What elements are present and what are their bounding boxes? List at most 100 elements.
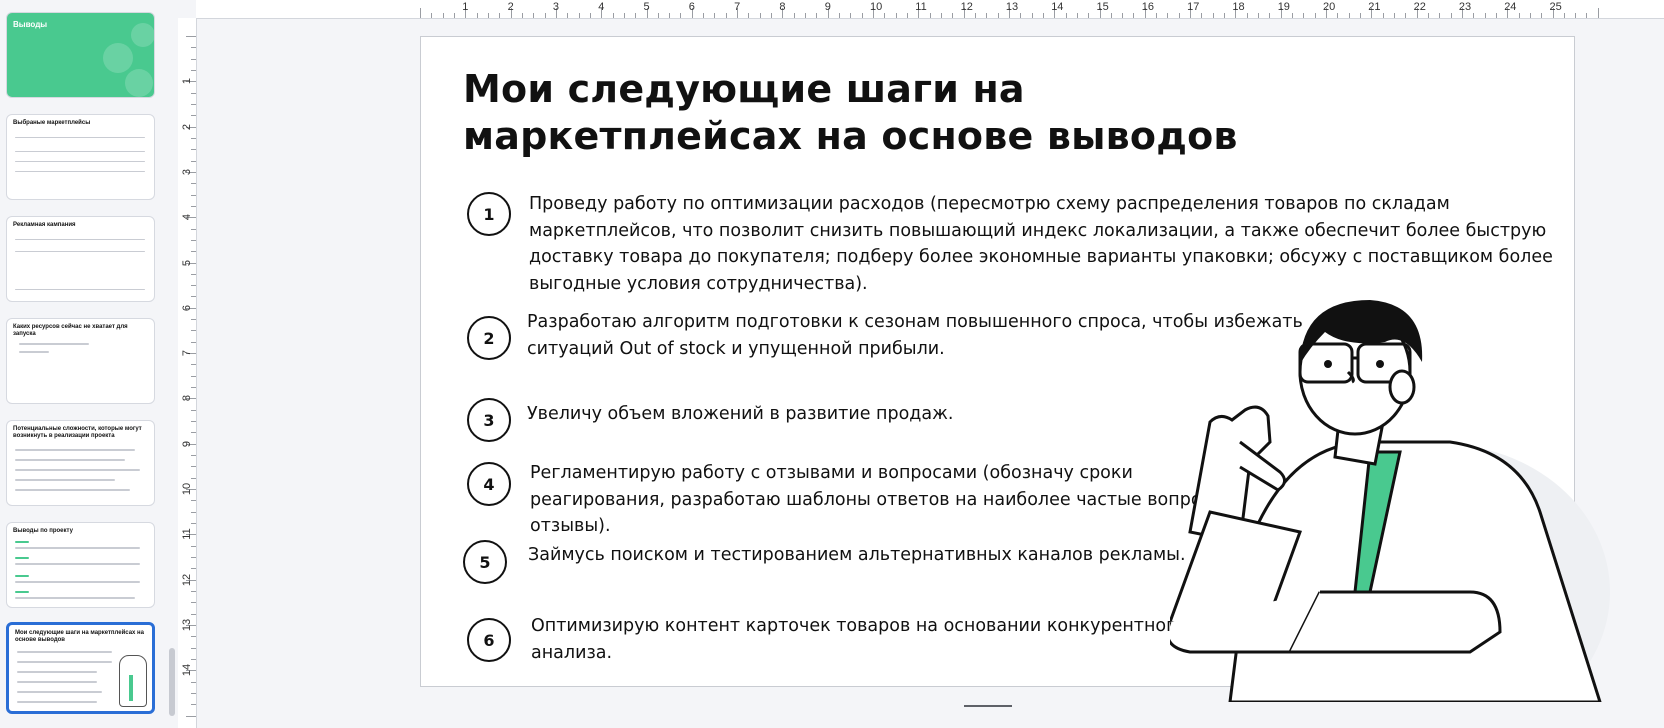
ruler-tick (816, 13, 818, 18)
slide-thumbnail-title: Выводы (13, 20, 48, 29)
slide-thumbnail-6[interactable]: Выводы по проекту (6, 522, 155, 608)
ruler-tick (1020, 13, 1022, 18)
ruler-tick (1031, 13, 1033, 18)
slide-thumbnail-title: Рекламная кампания (13, 222, 76, 228)
ruler-tick (623, 13, 625, 18)
ruler-tick (1359, 13, 1361, 18)
ruler-tick (191, 568, 196, 570)
ruler-tick (771, 13, 773, 18)
ruler-tick (680, 13, 682, 18)
slide-thumbnail-5[interactable]: Потенциальные сложности, которые могут в… (6, 420, 155, 506)
ruler-tick (1224, 13, 1226, 18)
ruler-label: 3 (181, 168, 193, 175)
ruler-tick (1269, 13, 1271, 18)
slide-thumbnail-1[interactable]: Выводы (6, 12, 155, 98)
step-text-line: Увеличу объем вложений в развитие продаж… (527, 404, 954, 424)
ruler-tick (191, 149, 196, 151)
ruler-tick (533, 13, 535, 18)
ruler-tick (1495, 13, 1497, 18)
ruler-tick (191, 387, 196, 389)
ruler-label: 10 (870, 1, 883, 13)
ruler-tick (952, 13, 954, 18)
ruler-tick (1348, 13, 1350, 18)
ruler-label: 11 (915, 1, 927, 13)
ruler-label: 24 (1504, 1, 1517, 13)
sidebar-scrollbar[interactable] (169, 648, 175, 716)
thinking-person-illustration (1170, 300, 1610, 702)
ruler-tick (1133, 13, 1135, 18)
ruler-label: 21 (1368, 1, 1381, 13)
slide-thumbnail-3[interactable]: Рекламная кампания (6, 216, 155, 302)
ruler-tick (895, 13, 897, 18)
ruler-tick (191, 103, 196, 105)
ruler-label: 5 (643, 1, 650, 13)
step-text[interactable]: Займусь поиском и тестированием альтерна… (528, 542, 1186, 569)
ruler-label: 19 (1277, 1, 1290, 13)
ruler-tick (191, 681, 196, 683)
ruler-tick (793, 13, 795, 18)
ruler-tick (521, 13, 523, 18)
step-text-line: Регламентирую работу с отзывами и вопрос… (530, 463, 1133, 483)
ruler-label: 8 (181, 395, 193, 402)
step-number-badge: 2 (467, 316, 511, 360)
ruler-label: 12 (960, 1, 973, 13)
step-text-line: Проведу работу по оптимизации расходов (… (529, 194, 1450, 214)
ruler-label: 23 (1458, 1, 1472, 13)
slide-title[interactable]: Мои следующие шаги на маркетплейсах на о… (463, 66, 1363, 160)
ruler-tick (442, 13, 444, 18)
ruler-tick (191, 92, 196, 94)
slide-thumbnail-title: Мои следующие шаги на маркетплейсах на о… (15, 630, 144, 643)
ruler-tick (191, 58, 196, 60)
step-text-line: отзывы). (530, 516, 611, 536)
ruler-tick (1088, 13, 1090, 18)
ruler-tick (191, 613, 196, 615)
ruler-tick (861, 13, 863, 18)
ruler-label: 18 (1232, 1, 1245, 13)
ruler-tick (191, 432, 196, 434)
ruler-label: 12 (181, 573, 193, 586)
ruler-tick (544, 13, 546, 18)
ruler-tick (1575, 13, 1577, 18)
ruler-tick (1065, 13, 1067, 18)
vertical-ruler: 1 2 3 4 5 6 7 8 9 10 11 12 13 14 (178, 18, 197, 728)
ruler-label: 2 (181, 123, 193, 130)
ruler-tick (578, 13, 580, 18)
slide-thumbnail-7[interactable]: Мои следующие шаги на маркетплейсах на о… (6, 622, 155, 714)
ruler-label: 14 (1051, 1, 1064, 13)
ruler-tick (1292, 13, 1294, 18)
ruler-label: 4 (181, 214, 193, 221)
ruler-tick (191, 522, 196, 524)
step-number-badge: 1 (467, 192, 511, 236)
ruler-tick (191, 285, 196, 287)
ruler-tick (191, 194, 196, 196)
ruler-tick (186, 36, 196, 37)
step-text-line: реагирования, разработаю шаблоны ответов… (530, 489, 1242, 510)
ruler-tick (1314, 13, 1316, 18)
ruler-tick (635, 13, 637, 18)
ruler-tick (487, 13, 489, 18)
step-number-badge: 4 (467, 462, 511, 506)
ruler-label: 20 (1323, 1, 1336, 13)
step-text[interactable]: Увеличу объем вложений в развитие продаж… (527, 401, 953, 428)
slide-thumbnail-title: Выводы по проекту (13, 528, 73, 534)
ruler-tick (1042, 13, 1044, 18)
ruler-tick (191, 228, 196, 230)
ruler-tick (191, 556, 196, 558)
canvas-resize-handle[interactable] (964, 705, 1012, 707)
ruler-tick (974, 13, 976, 18)
step-text[interactable]: Проведу работу по оптимизации расходов (… (529, 191, 1553, 297)
slide-thumbnail-4[interactable]: Каких ресурсов сейчас не хватает для зап… (6, 318, 155, 404)
ruler-tick (191, 692, 196, 694)
slide-thumbnail-title: Потенциальные сложности, которые могут в… (13, 426, 142, 439)
step-text[interactable]: Регламентирую работу с отзывами и вопрос… (530, 460, 1242, 540)
ruler-tick (191, 330, 196, 332)
ruler-tick (1382, 13, 1384, 18)
ruler-label: 7 (181, 350, 193, 357)
ruler-label: 14 (181, 664, 193, 677)
ruler-label: 4 (598, 1, 605, 13)
slide-thumbnail-2[interactable]: Выбраные маркетплейсы (6, 114, 155, 200)
step-text[interactable]: Оптимизирую контент карточек товаров на … (531, 613, 1186, 666)
ruler-tick (191, 500, 196, 502)
ruler-tick (191, 137, 196, 139)
ruler-tick (1246, 13, 1248, 18)
